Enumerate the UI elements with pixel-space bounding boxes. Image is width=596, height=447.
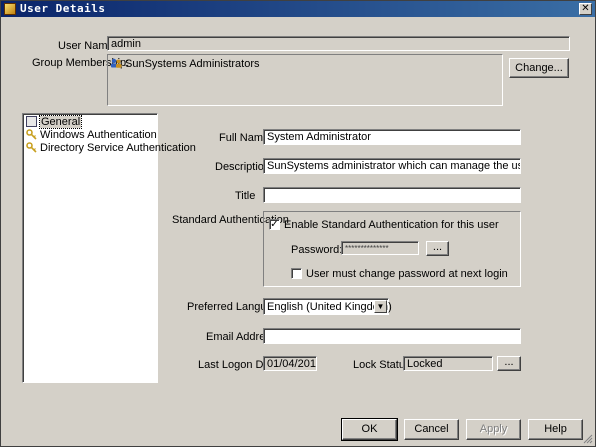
tree-item-label: General bbox=[38, 115, 83, 129]
enable-standard-auth-label[interactable]: Enable Standard Authentication for this … bbox=[284, 219, 499, 231]
change-group-button[interactable]: Change... bbox=[509, 58, 569, 78]
key-icon bbox=[26, 142, 37, 153]
user-details-dialog: User Details ✕ User Name: admin Group Me… bbox=[0, 0, 596, 447]
settings-tree[interactable]: General Windows Authentication Directory… bbox=[22, 113, 196, 383]
lock-status-browse-button[interactable]: ... bbox=[497, 356, 521, 371]
lock-status-field: Locked bbox=[403, 356, 493, 371]
password-browse-button[interactable]: ... bbox=[426, 241, 449, 256]
must-change-password-checkbox[interactable] bbox=[291, 268, 302, 279]
title-field[interactable] bbox=[263, 187, 521, 203]
password-label: Password: bbox=[291, 244, 343, 256]
cancel-button[interactable]: Cancel bbox=[404, 419, 459, 440]
tree-item-label: Directory Service Authentication bbox=[40, 142, 196, 154]
full-name-field[interactable]: System Administrator bbox=[263, 129, 521, 145]
resize-grip-icon[interactable] bbox=[583, 434, 593, 444]
title-label: Title bbox=[235, 190, 256, 202]
group-name: SunSystems Administrators bbox=[125, 58, 260, 70]
group-list-item[interactable]: SunSystems Administrators bbox=[110, 58, 260, 70]
last-logon-date-field: 01/04/2015 bbox=[263, 356, 317, 371]
dropdown-arrow-icon[interactable]: ▼ bbox=[374, 300, 387, 313]
title-bar[interactable]: User Details ✕ bbox=[1, 1, 595, 17]
must-change-password-label[interactable]: User must change password at next login bbox=[306, 268, 508, 280]
enable-standard-auth-checkbox[interactable]: ✓ bbox=[269, 219, 280, 230]
group-membership-list[interactable]: SunSystems Administrators bbox=[107, 54, 503, 106]
tree-item-general[interactable]: General bbox=[26, 115, 83, 129]
lock-status-label: Lock Status bbox=[353, 359, 411, 371]
help-button[interactable]: Help bbox=[528, 419, 583, 440]
group-users-icon bbox=[111, 58, 122, 68]
close-button[interactable]: ✕ bbox=[579, 3, 592, 15]
user-name-field: admin bbox=[107, 36, 570, 51]
tree-item-windows-authentication[interactable]: Windows Authentication bbox=[26, 129, 157, 142]
app-icon bbox=[4, 3, 16, 15]
password-field[interactable]: ************** bbox=[341, 241, 419, 255]
tree-item-label: Windows Authentication bbox=[40, 129, 157, 141]
window-title: User Details bbox=[20, 2, 106, 15]
apply-button[interactable]: Apply bbox=[466, 419, 521, 440]
full-name-label: Full Name bbox=[219, 132, 270, 144]
tree-item-directory-service-authentication[interactable]: Directory Service Authentication bbox=[26, 142, 196, 155]
email-address-field[interactable] bbox=[263, 328, 521, 344]
description-field[interactable]: SunSystems administrator which can manag… bbox=[263, 158, 521, 174]
ok-button[interactable]: OK bbox=[341, 418, 398, 441]
document-icon bbox=[26, 116, 37, 127]
description-label: Description bbox=[215, 161, 271, 173]
key-icon bbox=[26, 129, 37, 140]
preferred-language-select[interactable]: English (United Kingdom) ▼ bbox=[263, 298, 392, 315]
